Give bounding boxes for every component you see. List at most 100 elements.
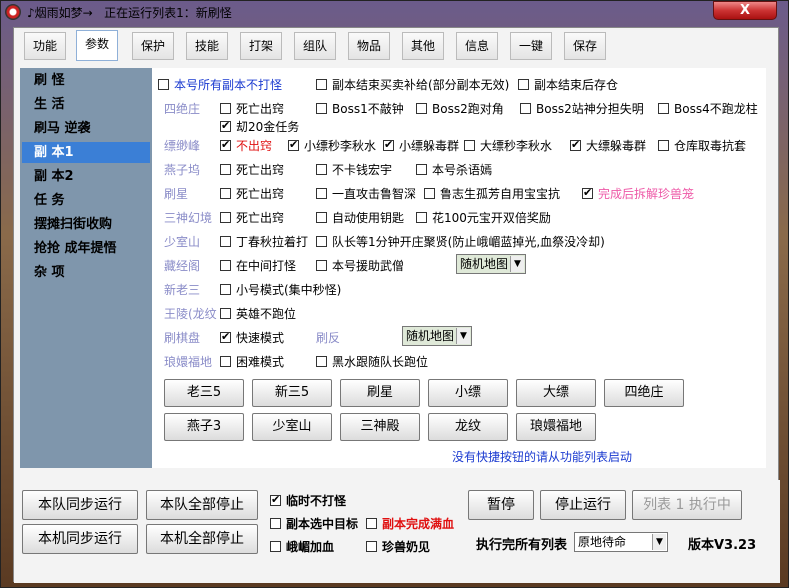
option-checkbox[interactable]: 大缥躲毒群 <box>570 137 646 154</box>
checkbox-label: 副本结束后存仓 <box>534 78 619 92</box>
quick-yanzi3-button[interactable]: 燕子3 <box>164 413 244 441</box>
option-checkbox[interactable]: 仓库取毒抗套 <box>658 137 746 154</box>
sidebar-item-misc[interactable]: 杂 项 <box>22 262 150 283</box>
tab-items[interactable]: 物品 <box>348 32 390 60</box>
option-checkbox[interactable]: Boss2跑对角 <box>416 100 504 117</box>
option-checkbox[interactable]: 死亡出窍 <box>220 161 284 178</box>
checkbox-label: 本号杀语嫣 <box>432 163 493 177</box>
option-checkbox[interactable]: 刧20金任务 <box>220 118 299 135</box>
stop-run-button[interactable]: 停止运行 <box>540 490 626 520</box>
checkbox-box <box>220 138 231 151</box>
sidebar-item-life[interactable]: 生 活 <box>22 94 150 115</box>
quick-shaoshishan-button[interactable]: 少室山 <box>252 413 332 441</box>
select-target-checkbox[interactable]: 副本选中目标 <box>270 515 358 532</box>
store-after-checkbox[interactable]: 副本结束后存仓 <box>518 76 618 93</box>
checkbox-box <box>582 186 593 199</box>
checkbox-label: 刧20金任务 <box>236 120 300 134</box>
sidebar-item-quest[interactable]: 任 务 <box>22 190 150 211</box>
checkbox-box <box>220 284 231 295</box>
checkbox-label: 在中间打怪 <box>236 259 297 273</box>
no-fight-all-checkbox[interactable]: 本号所有副本不打怪 <box>158 76 282 93</box>
option-checkbox[interactable]: Boss1不敲钟 <box>316 100 404 117</box>
local-sync-run-button[interactable]: 本机同步运行 <box>22 524 138 554</box>
option-checkbox[interactable]: 英雄不跑位 <box>220 305 296 322</box>
checkbox-box <box>366 541 377 552</box>
quick-laosan5-button[interactable]: 老三5 <box>164 379 244 407</box>
option-checkbox[interactable]: 小号模式(集中秒怪) <box>220 281 341 298</box>
checkbox-label: Boss4不跑龙柱 <box>674 102 758 116</box>
option-checkbox[interactable]: Boss4不跑龙柱 <box>658 100 758 117</box>
tab-other[interactable]: 其他 <box>402 32 444 60</box>
quick-dapiao-button[interactable]: 大缥 <box>516 379 596 407</box>
quick-sanshendian-button[interactable]: 三神殿 <box>340 413 420 441</box>
after-run-select[interactable]: 原地待命 ▼ <box>574 532 668 552</box>
section-label-shaoshishan: 少室山 <box>164 235 201 249</box>
buy-supply-checkbox[interactable]: 副本结束买卖补给(部分副本无效) <box>316 76 509 93</box>
tab-save[interactable]: 保存 <box>564 32 606 60</box>
option-checkbox[interactable]: 丁春秋拉着打 <box>220 233 308 250</box>
option-checkbox[interactable]: 黑水跟随队长跑位 <box>316 353 428 370</box>
full-hp-checkbox[interactable]: 副本完成满血 <box>366 515 454 532</box>
tab-protect[interactable]: 保护 <box>132 32 174 60</box>
team-stop-all-button[interactable]: 本队全部停止 <box>146 490 258 520</box>
option-checkbox[interactable]: 鲁志生孤芳自用宝宝抗 <box>424 185 560 202</box>
tab-team[interactable]: 组队 <box>294 32 336 60</box>
checkbox-box <box>220 236 231 247</box>
option-checkbox[interactable]: 死亡出窍 <box>220 209 284 226</box>
checkbox-label: 花100元宝开双倍奖励 <box>432 211 551 225</box>
qipan-map-select[interactable]: 随机地图 ▼ <box>402 326 472 346</box>
quick-langhuan-button[interactable]: 琅嬛福地 <box>516 413 596 441</box>
tab-onekey[interactable]: 一键 <box>510 32 552 60</box>
option-checkbox[interactable]: 快速模式 <box>220 329 284 346</box>
temp-no-fight-checkbox[interactable]: 临时不打怪 <box>270 492 346 509</box>
option-checkbox[interactable]: 队长等1分钟开庄聚贤(防止峨嵋蓝掉光,血祭没冷却) <box>316 233 605 250</box>
option-checkbox[interactable]: 死亡出窍 <box>220 185 284 202</box>
run-list-status-button[interactable]: 列表 1 执行中 <box>632 490 742 520</box>
pet-feed-checkbox[interactable]: 珍兽奶见 <box>366 538 430 555</box>
option-checkbox[interactable]: Boss2站神分担失明 <box>520 100 644 117</box>
option-checkbox[interactable]: 完成后拆解珍兽笼 <box>582 185 694 202</box>
quick-shuaxing-button[interactable]: 刷星 <box>340 379 420 407</box>
checkbox-box <box>220 260 231 271</box>
cangjing-map-select[interactable]: 随机地图 ▼ <box>456 254 526 274</box>
option-checkbox[interactable]: 本号援助武僧 <box>316 257 404 274</box>
quick-xinsan5-button[interactable]: 新三5 <box>252 379 332 407</box>
title-bar: ♪烟雨如梦→ 正在运行列表1：新刷怪 X <box>1 1 789 23</box>
sidebar-item-dungeon1[interactable]: 副 本1 <box>22 142 150 163</box>
quick-sijuezhuang-button[interactable]: 四绝庄 <box>604 379 684 407</box>
option-checkbox[interactable]: 花100元宝开双倍奖励 <box>416 209 551 226</box>
option-checkbox[interactable]: 本号杀语嫣 <box>416 161 492 178</box>
sidebar-item-monsters[interactable]: 刷 怪 <box>22 70 150 91</box>
sidebar-item-dungeon2[interactable]: 副 本2 <box>22 166 150 187</box>
tab-fight[interactable]: 打架 <box>240 32 282 60</box>
sidebar-item-stall[interactable]: 摆摊扫街收购 <box>22 214 150 235</box>
emei-heal-checkbox[interactable]: 峨嵋加血 <box>270 538 334 555</box>
checkbox-label: 仓库取毒抗套 <box>674 139 747 153</box>
option-checkbox[interactable]: 在中间打怪 <box>220 257 296 274</box>
close-button[interactable]: X <box>713 1 777 20</box>
option-checkbox[interactable]: 不卡钱宏宇 <box>316 161 392 178</box>
option-checkbox[interactable]: 死亡出窍 <box>220 100 284 117</box>
team-sync-run-button[interactable]: 本队同步运行 <box>22 490 138 520</box>
option-checkbox[interactable]: 自动使用钥匙 <box>316 209 404 226</box>
sidebar-item-horse[interactable]: 刷马 逆袭 <box>22 118 150 139</box>
checkbox-label: 峨嵋加血 <box>286 540 335 554</box>
tab-skills[interactable]: 技能 <box>186 32 228 60</box>
checkbox-label: 不卡钱宏宇 <box>332 163 393 177</box>
checkbox-box <box>316 164 327 175</box>
option-checkbox[interactable]: 小缥躲毒群 <box>383 137 459 154</box>
option-checkbox[interactable]: 不出窍 <box>220 137 272 154</box>
sidebar-item-grab[interactable]: 抢抢 成年提悟 <box>22 238 150 259</box>
tab-info[interactable]: 信息 <box>456 32 498 60</box>
local-stop-all-button[interactable]: 本机全部停止 <box>146 524 258 554</box>
option-checkbox[interactable]: 小缥秒李秋水 <box>288 137 376 154</box>
tab-params[interactable]: 参数 <box>76 30 118 61</box>
option-checkbox[interactable]: 一直攻击鲁智深 <box>316 185 416 202</box>
checkbox-label: Boss1不敲钟 <box>332 102 404 116</box>
quick-xiaopiao-button[interactable]: 小缥 <box>428 379 508 407</box>
pause-button[interactable]: 暂停 <box>468 490 534 520</box>
quick-longwen-button[interactable]: 龙纹 <box>428 413 508 441</box>
option-checkbox[interactable]: 大缥秒李秋水 <box>464 137 552 154</box>
option-checkbox[interactable]: 困难模式 <box>220 353 284 370</box>
tab-function[interactable]: 功能 <box>24 32 66 60</box>
